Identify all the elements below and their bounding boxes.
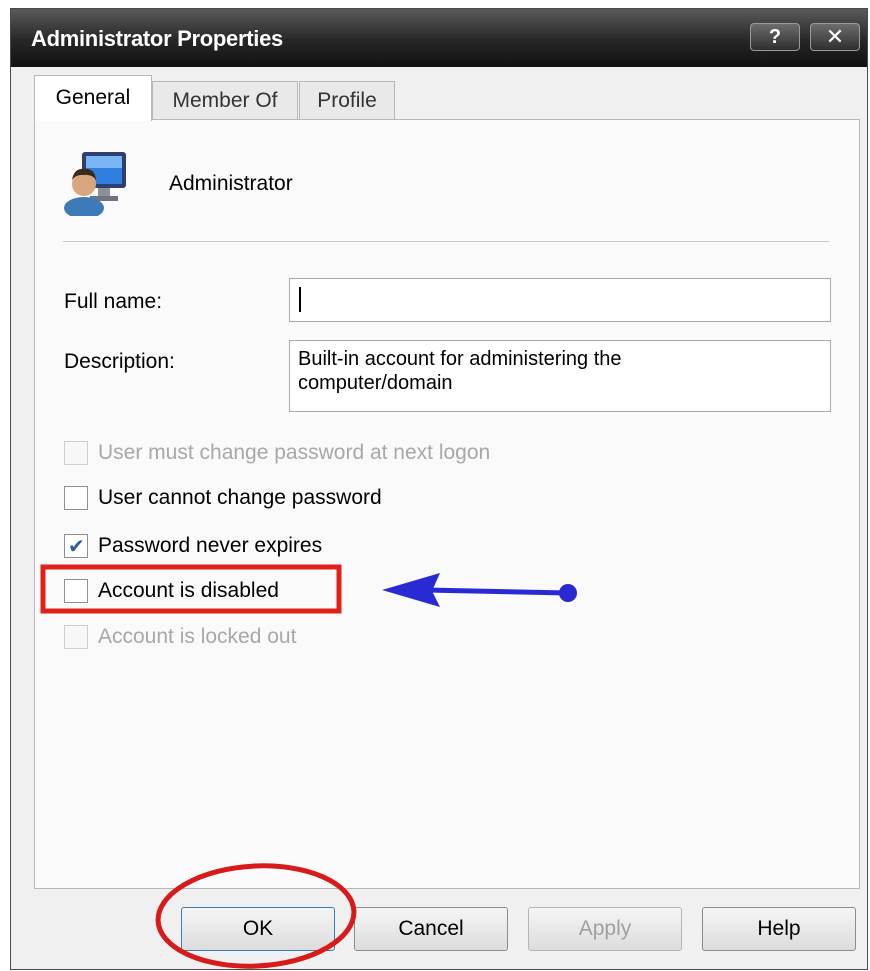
- tab-general[interactable]: General: [34, 75, 152, 121]
- annotation-overlay: [40, 564, 577, 969]
- pointer-arrow: [382, 573, 577, 607]
- ok-circle-annotation: [155, 863, 357, 969]
- highlight-box: [40, 564, 342, 614]
